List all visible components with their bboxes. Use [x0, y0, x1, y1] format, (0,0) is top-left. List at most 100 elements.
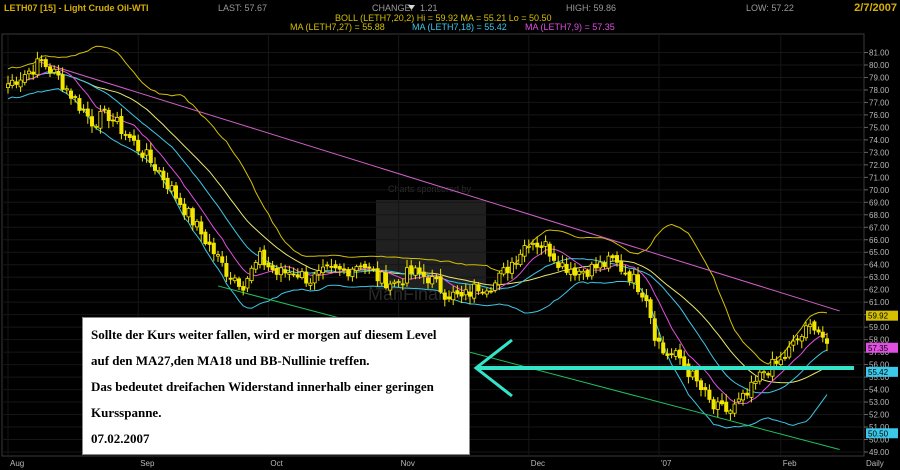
- candle-body: [787, 346, 792, 358]
- candle-body: [539, 245, 544, 248]
- ma18-legend: MA (LETH7,18) = 55.42: [412, 22, 507, 32]
- candle-body: [304, 271, 309, 284]
- y-tick-label: 78.00: [869, 86, 890, 95]
- candle: [619, 254, 624, 275]
- y-tick-label: 73.00: [869, 148, 890, 157]
- y-tick-label: 80.00: [869, 61, 890, 70]
- y-tick-label: 74.00: [869, 136, 890, 145]
- price-badge: 59.92: [866, 310, 898, 321]
- candle-body: [131, 135, 136, 141]
- annotation-box: Sollte der Kurs weiter fallen, wird er m…: [82, 317, 470, 455]
- candle: [795, 334, 800, 345]
- candle-body: [274, 267, 279, 275]
- chart-symbol-title: LETH07 [15] - Light Crude Oil-WTI: [4, 3, 149, 13]
- candle-body: [694, 369, 699, 382]
- candle-body: [522, 245, 527, 257]
- candle-body: [18, 79, 23, 88]
- candle: [186, 206, 191, 222]
- candle: [337, 263, 342, 277]
- candle-body: [711, 399, 716, 410]
- candle-body: [547, 243, 552, 257]
- candle-body: [505, 266, 510, 274]
- x-tick-label: Daily: [866, 459, 884, 468]
- candle-body: [757, 371, 762, 382]
- candle: [228, 272, 233, 285]
- candle: [707, 384, 712, 403]
- candle-body: [14, 81, 19, 85]
- candle-body: [215, 254, 220, 257]
- candle-body: [136, 139, 141, 152]
- candle-body: [467, 291, 472, 297]
- candle-body: [820, 331, 825, 338]
- candle-body: [661, 342, 666, 354]
- candle: [686, 358, 691, 384]
- price-badge-label: 59.92: [868, 312, 889, 321]
- price-badge: 55.42: [866, 366, 898, 377]
- candle-body: [22, 74, 27, 83]
- candle: [165, 172, 170, 195]
- candle-body: [816, 329, 821, 333]
- candle-body: [564, 263, 569, 273]
- candle-body: [119, 116, 124, 135]
- y-tick-label: 59.00: [869, 323, 890, 332]
- x-tick-label: Sep: [140, 459, 155, 468]
- candle-body: [161, 170, 166, 181]
- candle: [711, 396, 716, 414]
- candle-body: [270, 265, 275, 271]
- candle-body: [325, 264, 330, 267]
- candle: [627, 269, 632, 286]
- candle-body: [556, 262, 561, 268]
- candle: [22, 70, 27, 86]
- candle: [6, 75, 11, 94]
- candle-body: [484, 290, 489, 295]
- candle-body: [404, 267, 409, 284]
- price-badge-label: 50.50: [868, 429, 889, 438]
- candle: [253, 259, 258, 274]
- candle-body: [509, 261, 514, 274]
- candle: [320, 259, 325, 280]
- candle-body: [203, 231, 208, 245]
- candle-body: [379, 271, 384, 284]
- candle: [573, 262, 578, 281]
- candle: [119, 108, 124, 140]
- candle-body: [472, 283, 477, 299]
- y-tick-label: 76.00: [869, 111, 890, 120]
- candle: [148, 142, 153, 168]
- y-tick-label: 67.00: [869, 223, 890, 232]
- candle: [325, 261, 330, 270]
- candle-body: [497, 272, 502, 285]
- candle: [236, 276, 241, 290]
- candle-body: [421, 271, 426, 277]
- candle: [661, 336, 666, 356]
- candle: [682, 350, 687, 369]
- candle-body: [425, 277, 430, 284]
- candle: [825, 332, 830, 352]
- candle-body: [594, 264, 599, 269]
- candle-body: [392, 281, 397, 284]
- candle-body: [589, 263, 594, 277]
- candle-body: [766, 373, 771, 376]
- candle-body: [111, 119, 116, 122]
- y-tick-label: 54.00: [869, 386, 890, 395]
- chart-date: 2/7/2007: [854, 2, 897, 14]
- y-tick-label: 75.00: [869, 123, 890, 132]
- candle: [350, 266, 355, 282]
- candle-body: [299, 271, 304, 279]
- candle-body: [148, 149, 153, 163]
- candle-body: [745, 392, 750, 396]
- candle-body: [249, 267, 254, 282]
- candle: [18, 72, 23, 92]
- candle-body: [430, 276, 435, 285]
- annotation-line-3: Das bedeutet dreifachen Widerstand inner…: [91, 379, 434, 394]
- change-value: 1.21: [420, 3, 438, 13]
- candle: [753, 376, 758, 390]
- y-tick-label: 62.00: [869, 286, 890, 295]
- candle-body: [102, 108, 107, 111]
- candle-body: [224, 263, 229, 277]
- candle-body: [48, 66, 53, 73]
- ma27-legend: MA (LETH7,27) = 55.88: [290, 22, 385, 32]
- low-price: LOW: 57.22: [746, 3, 794, 13]
- price-badge-label: 57.35: [868, 344, 889, 353]
- candle-body: [123, 134, 128, 136]
- candle-body: [211, 242, 216, 255]
